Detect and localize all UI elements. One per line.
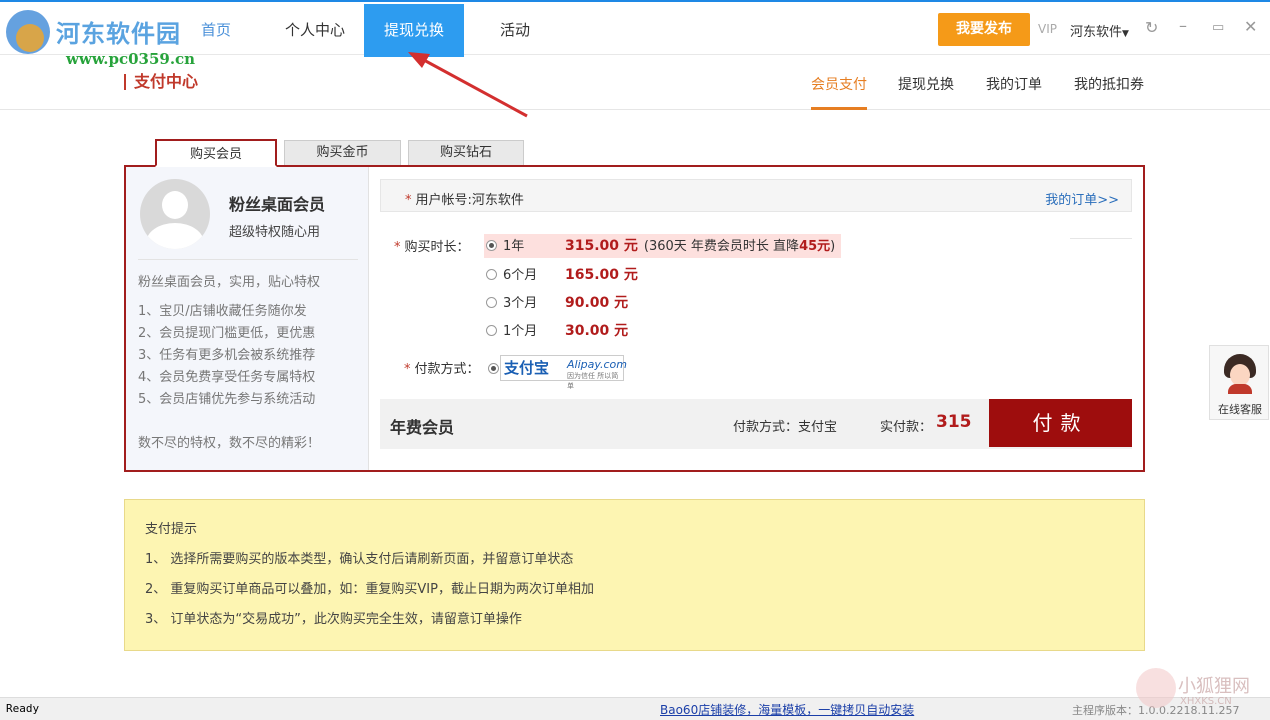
option-note: (360天 年费会员时长 直降45元) <box>644 235 835 259</box>
nav-activity[interactable]: 活动 <box>490 4 540 57</box>
member-intro: 粉丝桌面会员，实用，贴心特权 <box>138 275 321 290</box>
option-duration: 1个月 <box>503 324 538 339</box>
radio-button[interactable] <box>486 269 497 280</box>
option-duration: 3个月 <box>503 296 538 311</box>
benefit-item: 4、会员免费享受任务专属特权 <box>138 370 316 385</box>
sub-header: 支付中心 会员支付 提现兑换 我的订单 我的抵扣券 <box>0 55 1270 110</box>
logo-accent-icon <box>16 24 44 52</box>
subnav-member-pay[interactable]: 会员支付 <box>811 74 867 94</box>
note-suffix: ) <box>830 239 836 254</box>
duration-option-1-year[interactable]: 1年 315.00 元 (360天 年费会员时长 直降45元) <box>484 234 842 259</box>
pay-button[interactable]: 付款 <box>989 399 1132 447</box>
status-ready: Ready <box>6 702 40 715</box>
online-service-button[interactable]: 在线客服 <box>1209 345 1269 420</box>
account-label: * 用户帐号:河东软件 <box>405 189 524 208</box>
nav-user-center[interactable]: 个人中心 <box>280 4 350 57</box>
note-text: (360天 年费会员时长 直降 <box>643 239 800 254</box>
account-bar: * 用户帐号:河东软件 我的订单>> <box>380 179 1132 212</box>
payment-label-text: 付款方式： <box>414 362 480 377</box>
page-title: 支付中心 <box>124 74 198 90</box>
purchase-panel: 粉丝桌面会员 超级特权随心用 粉丝桌面会员，实用，贴心特权 1、宝贝/店铺收藏任… <box>124 165 1145 472</box>
duration-label-text: 购买时长： <box>404 240 470 255</box>
duration-option-1-month[interactable]: 1个月 30.00 元 <box>484 319 628 343</box>
tab-buy-coins[interactable]: 购买金币 <box>284 140 401 165</box>
nav-withdraw[interactable]: 提现兑换 <box>364 4 464 57</box>
payment-summary: 年费会员 付款方式：支付宝 实付款： 315 付款 <box>380 399 1132 449</box>
summary-title: 年费会员 <box>390 418 455 437</box>
watermark-fox-icon <box>1136 668 1176 708</box>
divider <box>138 259 358 260</box>
tip-line: 1、 选择所需要购买的版本类型，确认支付后请刷新页面，并留意订单状态 <box>145 552 574 567</box>
subnav-my-coupons[interactable]: 我的抵扣券 <box>1074 74 1144 94</box>
account-text: 用户帐号:河东软件 <box>415 193 524 208</box>
benefit-list: 1、宝贝/店铺收藏任务随你发 2、会员提现门槛更低，更优惠 3、任务有更多机会被… <box>138 301 315 411</box>
summary-method: 付款方式：支付宝 <box>733 420 838 435</box>
duration-option-6-months[interactable]: 6个月 165.00 元 <box>484 263 638 287</box>
close-icon[interactable]: ✕ <box>1244 17 1257 36</box>
subnav-active-indicator <box>811 107 867 110</box>
note-amount: 45元 <box>799 239 831 254</box>
radio-button[interactable] <box>486 297 497 308</box>
required-star: * <box>394 240 401 255</box>
refresh-icon[interactable]: ↻ <box>1145 18 1158 37</box>
alipay-en: Alipay.com <box>567 358 628 371</box>
member-subtitle: 超级特权随心用 <box>229 225 321 240</box>
option-price: 315.00 元 <box>565 238 638 254</box>
service-agent-icon <box>1224 354 1256 394</box>
option-duration: 1年 <box>503 239 525 254</box>
required-star: * <box>405 193 412 208</box>
watermark-subtext: XHXKS.CN <box>1180 696 1232 707</box>
my-orders-link[interactable]: 我的订单>> <box>1045 189 1119 208</box>
service-label: 在线客服 <box>1218 403 1262 416</box>
summary-amount-label: 实付款： <box>880 420 933 435</box>
logo-text: 河东软件园 <box>56 20 181 48</box>
benefit-item: 1、宝贝/店铺收藏任务随你发 <box>138 304 307 319</box>
ad-link[interactable]: Bao60店铺装修，海量模板，一键拷贝自动安装 <box>660 701 914 718</box>
payment-label: * 付款方式： <box>404 358 480 377</box>
username: 河东软件 <box>1070 25 1123 40</box>
summary-amount: 315 <box>936 412 972 432</box>
user-menu[interactable]: 河东软件▼ <box>1070 21 1129 40</box>
divider <box>1070 238 1132 239</box>
radio-button[interactable] <box>486 240 497 251</box>
alipay-logo[interactable]: 支付宝 Alipay.com 因为信任 所以简单 <box>500 355 628 390</box>
subnav-withdraw[interactable]: 提现兑换 <box>898 74 954 94</box>
nav-home[interactable]: 首页 <box>196 4 236 57</box>
member-footer: 数不尽的特权，数不尽的精彩！ <box>138 436 321 451</box>
vip-label: VIP <box>1038 22 1057 36</box>
required-star: * <box>404 362 411 377</box>
option-price: 90.00 元 <box>565 295 629 311</box>
caret-down-icon: ▼ <box>1122 29 1129 39</box>
tip-line: 3、 订单状态为“交易成功”，此次购买完全生效，请留意订单操作 <box>145 612 522 627</box>
avatar-body <box>146 223 204 249</box>
duration-option-3-months[interactable]: 3个月 90.00 元 <box>484 291 628 315</box>
tip-line: 2、 重复购买订单商品可以叠加，如：重复购买VIP，截止日期为两次订单相加 <box>145 582 594 597</box>
watermark-text: 小狐狸网 <box>1178 676 1250 697</box>
alipay-tagline: 因为信任 所以简单 <box>567 372 619 390</box>
minimize-icon[interactable]: – <box>1179 16 1187 35</box>
option-price: 165.00 元 <box>565 267 638 283</box>
tab-buy-member[interactable]: 购买会员 <box>155 139 277 167</box>
maximize-icon[interactable]: ▭ <box>1212 20 1224 35</box>
publish-button[interactable]: 我要发布 <box>938 13 1030 46</box>
tips-title: 支付提示 <box>145 522 198 537</box>
duration-label: * 购买时长： <box>394 236 470 255</box>
avatar <box>140 179 210 249</box>
benefit-item: 2、会员提现门槛更低，更优惠 <box>138 326 316 341</box>
payment-tips: 支付提示 1、 选择所需要购买的版本类型，确认支付后请刷新页面，并留意订单状态 … <box>124 499 1145 651</box>
member-title: 粉丝桌面会员 <box>229 195 326 214</box>
option-duration: 6个月 <box>503 268 538 283</box>
benefit-item: 5、会员店铺优先参与系统活动 <box>138 392 316 407</box>
option-price: 30.00 元 <box>565 323 629 339</box>
top-nav-bar: 河东软件园 www.pc0359.cn 首页 个人中心 提现兑换 活动 我要发布… <box>0 0 1270 68</box>
avatar-head <box>162 191 188 219</box>
alipay-cn: 支付宝 <box>504 359 550 377</box>
status-bar: Ready Bao60店铺装修，海量模板，一键拷贝自动安装 主程序版本：1.0.… <box>0 697 1270 720</box>
payment-radio[interactable] <box>488 363 499 374</box>
benefit-item: 3、任务有更多机会被系统推荐 <box>138 348 316 363</box>
tab-buy-diamonds[interactable]: 购买钻石 <box>408 140 524 165</box>
radio-button[interactable] <box>486 325 497 336</box>
member-info-panel: 粉丝桌面会员 超级特权随心用 粉丝桌面会员，实用，贴心特权 1、宝贝/店铺收藏任… <box>126 167 369 470</box>
subnav-my-orders[interactable]: 我的订单 <box>986 74 1042 94</box>
